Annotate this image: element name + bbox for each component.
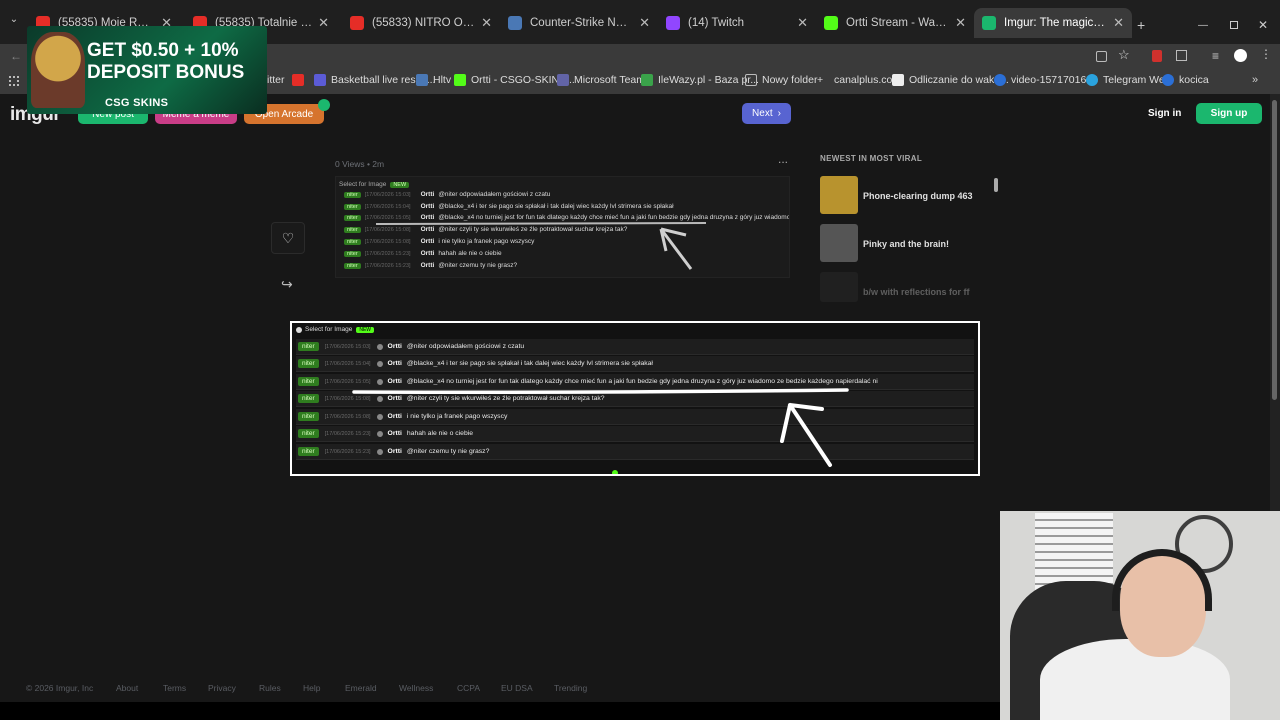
arcade-badge bbox=[318, 99, 330, 111]
tab-list-dropdown[interactable]: ⌄ bbox=[6, 14, 22, 30]
close-tab-icon[interactable]: ✕ bbox=[955, 15, 966, 31]
footer-link-rules[interactable]: Rules bbox=[259, 683, 281, 693]
footer-link-terms[interactable]: Terms bbox=[163, 683, 186, 693]
streamer-body bbox=[1040, 639, 1230, 720]
sidebar-item-title: b/w with reflections for ff bbox=[863, 287, 970, 297]
sidebar-heading: NEWEST IN MOST VIRAL bbox=[820, 154, 922, 163]
footer-link-ccpa[interactable]: CCPA bbox=[457, 683, 480, 693]
hltv-icon bbox=[416, 74, 428, 86]
sidebar-thumb bbox=[820, 272, 858, 302]
close-tab-icon[interactable]: ✕ bbox=[481, 15, 492, 31]
browser-tab[interactable]: (55833) NITRO O SŁABYM ZACHOWANIU✕ bbox=[342, 8, 500, 38]
bookmark-item[interactable]: Telegram Web bbox=[1086, 74, 1171, 86]
post-menu-icon[interactable]: ... bbox=[778, 152, 788, 166]
folder-icon bbox=[745, 74, 757, 86]
sidebar-item-title: Pinky and the brain! bbox=[863, 239, 950, 249]
next-button[interactable]: Next › bbox=[742, 103, 791, 124]
back-icon[interactable]: ← bbox=[10, 49, 22, 63]
browser-menu-icon[interactable]: ⋮ bbox=[1260, 47, 1272, 61]
browser-tab-active[interactable]: Imgur: The magic of the Internet✕ bbox=[974, 8, 1132, 38]
plus-icon: + bbox=[817, 74, 824, 86]
advertisement-banner[interactable]: GET $0.50 + 10% DEPOSIT BONUS CSG SKINS bbox=[27, 26, 267, 114]
close-tab-icon[interactable]: ✕ bbox=[318, 15, 329, 31]
basketball-icon bbox=[314, 74, 326, 86]
more-bookmarks-icon[interactable]: » bbox=[1252, 74, 1258, 86]
restore-button[interactable] bbox=[1230, 21, 1238, 29]
sidebar-thumb bbox=[820, 224, 858, 262]
bookmark-item[interactable]: Hltv bbox=[416, 74, 451, 86]
minimize-button[interactable]: — bbox=[1198, 20, 1208, 31]
close-tab-icon[interactable]: ✕ bbox=[639, 15, 650, 31]
new-tab-button[interactable]: + bbox=[1137, 18, 1145, 32]
like-heart-icon[interactable]: ♡ bbox=[271, 222, 305, 254]
sidebar-item[interactable]: b/w with reflections for ff bbox=[820, 272, 995, 312]
kick-icon bbox=[454, 74, 466, 86]
zoomed-chat-image[interactable]: Select for Image NEW niter [17/06/2026 15… bbox=[290, 321, 980, 476]
sign-up-button[interactable]: Sign up bbox=[1196, 103, 1262, 124]
youtube-icon bbox=[292, 74, 304, 86]
ad-brand: CSG SKINS bbox=[105, 97, 169, 109]
twitch-icon bbox=[666, 16, 680, 30]
browser-tab[interactable]: (14) Twitch ✕ bbox=[658, 8, 816, 38]
telegram-icon bbox=[1086, 74, 1098, 86]
bookmark-item[interactable]: IleWazy.pl - Baza pr... bbox=[641, 74, 759, 86]
close-tab-icon[interactable]: ✕ bbox=[1113, 15, 1124, 31]
page-icon bbox=[892, 74, 904, 86]
footer-link-eu-dsa[interactable]: EU DSA bbox=[501, 683, 533, 693]
sidebar-item-title: Phone-clearing dump 463 bbox=[863, 191, 973, 201]
footer-link-help[interactable]: Help bbox=[303, 683, 320, 693]
extension-icon[interactable] bbox=[1152, 50, 1162, 62]
co-icon bbox=[1162, 74, 1174, 86]
bookmark-item[interactable]: Microsoft Teams bbox=[557, 74, 650, 86]
thumbnail-annotation-drawing bbox=[375, 222, 707, 270]
teams-icon bbox=[557, 74, 569, 86]
footer-link-trending[interactable]: Trending bbox=[554, 683, 587, 693]
browser-tab[interactable]: Counter-Strike News & Coverage✕ bbox=[500, 8, 658, 38]
scrollbar-thumb[interactable] bbox=[1272, 100, 1277, 400]
footer-link-emerald[interactable]: Emerald bbox=[345, 683, 377, 693]
browser-tab[interactable]: Ortti Stream - Watch Live on Kick✕ bbox=[816, 8, 974, 38]
bookmark-item[interactable]: video-1571701694 bbox=[994, 74, 1098, 86]
sign-in-link[interactable]: Sign in bbox=[1148, 108, 1181, 119]
footer-link-about[interactable]: About bbox=[116, 683, 138, 693]
chevron-right-icon: › bbox=[777, 108, 781, 119]
sidebar-thumb bbox=[820, 176, 858, 214]
bookmark-item[interactable]: itter bbox=[267, 74, 285, 86]
bookmark-item[interactable]: Odliczanie do waka... bbox=[892, 74, 1009, 86]
imgur-icon bbox=[982, 16, 996, 30]
ad-headline: GET $0.50 + 10% bbox=[87, 40, 239, 61]
annotation-drawing bbox=[352, 388, 849, 467]
reading-list-icon[interactable]: ≡ bbox=[1212, 49, 1219, 63]
address-bar[interactable] bbox=[270, 47, 1090, 67]
close-tab-icon[interactable]: ✕ bbox=[797, 15, 808, 31]
mascot-image bbox=[31, 32, 85, 108]
ad-subheadline: DEPOSIT BONUS bbox=[87, 62, 245, 83]
youtube-icon bbox=[350, 16, 364, 30]
footer-copyright: © 2026 Imgur, Inc bbox=[26, 683, 94, 693]
footer-link-wellness[interactable]: Wellness bbox=[399, 683, 433, 693]
profile-icon[interactable] bbox=[1234, 49, 1247, 62]
hltv-icon bbox=[508, 16, 522, 30]
ilewazy-icon bbox=[641, 74, 653, 86]
star-icon[interactable]: ☆ bbox=[1118, 47, 1130, 63]
sidebar-item[interactable]: Phone-clearing dump 463 bbox=[820, 176, 995, 216]
bookmark-item[interactable] bbox=[292, 74, 309, 86]
footer-link-privacy[interactable]: Privacy bbox=[208, 683, 236, 693]
post-meta: 0 Views • 2m bbox=[335, 159, 385, 169]
bookmark-item[interactable]: kocica bbox=[1162, 74, 1209, 86]
apps-grid-icon[interactable] bbox=[9, 76, 19, 86]
puzzle-icon[interactable] bbox=[1176, 50, 1187, 61]
bookmark-item[interactable]: Nowy folder bbox=[745, 74, 817, 86]
share-arrow-icon[interactable]: ↪ bbox=[281, 276, 293, 293]
close-window-button[interactable]: ✕ bbox=[1258, 18, 1268, 32]
bookmark-item[interactable]: + canalplus.com bbox=[817, 74, 901, 86]
sidebar-item[interactable]: Pinky and the brain! bbox=[820, 224, 995, 264]
sidebar-scrollbar[interactable] bbox=[994, 178, 998, 192]
post-image-thumbnail[interactable]: Select for Image NEW niter [17/06/2026 15:… bbox=[335, 176, 790, 278]
translate-icon[interactable] bbox=[1096, 51, 1107, 62]
co-icon bbox=[994, 74, 1006, 86]
webcam-overlay bbox=[1000, 511, 1280, 720]
kick-icon bbox=[824, 16, 838, 30]
